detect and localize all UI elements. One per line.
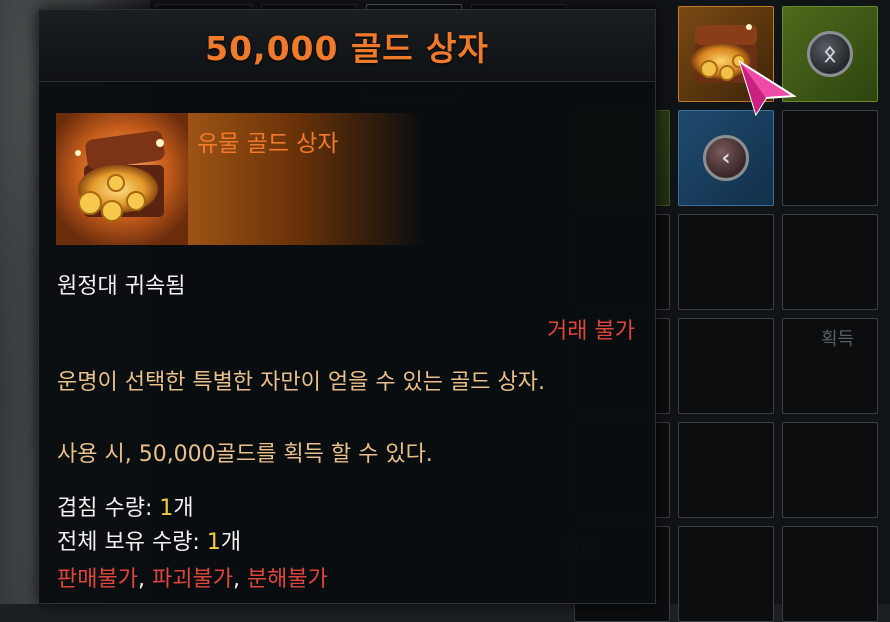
- inventory-slot[interactable]: [678, 214, 774, 310]
- restriction-destroy: 파괴불가: [151, 567, 233, 592]
- inventory-slot-rune-blue[interactable]: ‹: [678, 110, 774, 206]
- restriction-separator: ,: [137, 567, 152, 592]
- item-tooltip: 50,000 골드 상자 유물 골드 상자 원정대 귀속됨 거래 불가 운명이: [38, 9, 656, 604]
- item-description: 운명이 선택한 특별한 자만이 얻을 수 있는 골드 상자.: [57, 370, 545, 395]
- rune-arrow-icon: ‹: [703, 135, 749, 181]
- stack-unit: 개: [173, 496, 194, 521]
- stack-label: 겹침 수량:: [57, 496, 160, 521]
- owned-value: 1: [206, 530, 221, 555]
- stack-value: 1: [159, 496, 174, 521]
- gold-chest-icon: [56, 113, 188, 245]
- tooltip-header: 50,000 골드 상자: [39, 10, 655, 82]
- tooltip-title: 50,000 골드 상자: [205, 28, 489, 68]
- pointer-cursor-icon: [738, 59, 796, 116]
- rune-stone-icon: ᛟ: [807, 31, 853, 77]
- restriction-separator: ,: [232, 567, 247, 592]
- restrictions: 판매불가, 파괴불가, 분해불가: [57, 561, 328, 593]
- restriction-sell: 판매불가: [57, 567, 138, 592]
- bound-status: 원정대 귀속됨: [57, 274, 186, 299]
- owned-label: 전체 보유 수량:: [57, 530, 207, 555]
- inventory-slot[interactable]: [678, 422, 774, 518]
- use-effect: 사용 시, 50,000골드를 획득 할 수 있다.: [57, 442, 433, 467]
- inventory-slot[interactable]: 획득: [782, 318, 878, 414]
- owned-unit: 개: [220, 530, 242, 555]
- inventory-slot[interactable]: [782, 526, 878, 622]
- item-name: 유물 골드 상자: [197, 131, 339, 157]
- slot-ghost-label: 획득: [821, 329, 855, 350]
- restriction-disassemble: 분해불가: [246, 567, 328, 592]
- inventory-slot[interactable]: [678, 318, 774, 414]
- stack-quantity: 겹침 수량: 1개: [57, 490, 194, 522]
- owned-quantity: 전체 보유 수량: 1개: [57, 524, 241, 556]
- inventory-slot[interactable]: [782, 110, 878, 206]
- inventory-slot-rune[interactable]: ᛟ: [782, 6, 878, 102]
- trade-status: 거래 불가: [547, 319, 635, 344]
- inventory-slot[interactable]: [782, 422, 878, 518]
- inventory-slot[interactable]: [678, 526, 774, 622]
- inventory-slot[interactable]: [782, 214, 878, 310]
